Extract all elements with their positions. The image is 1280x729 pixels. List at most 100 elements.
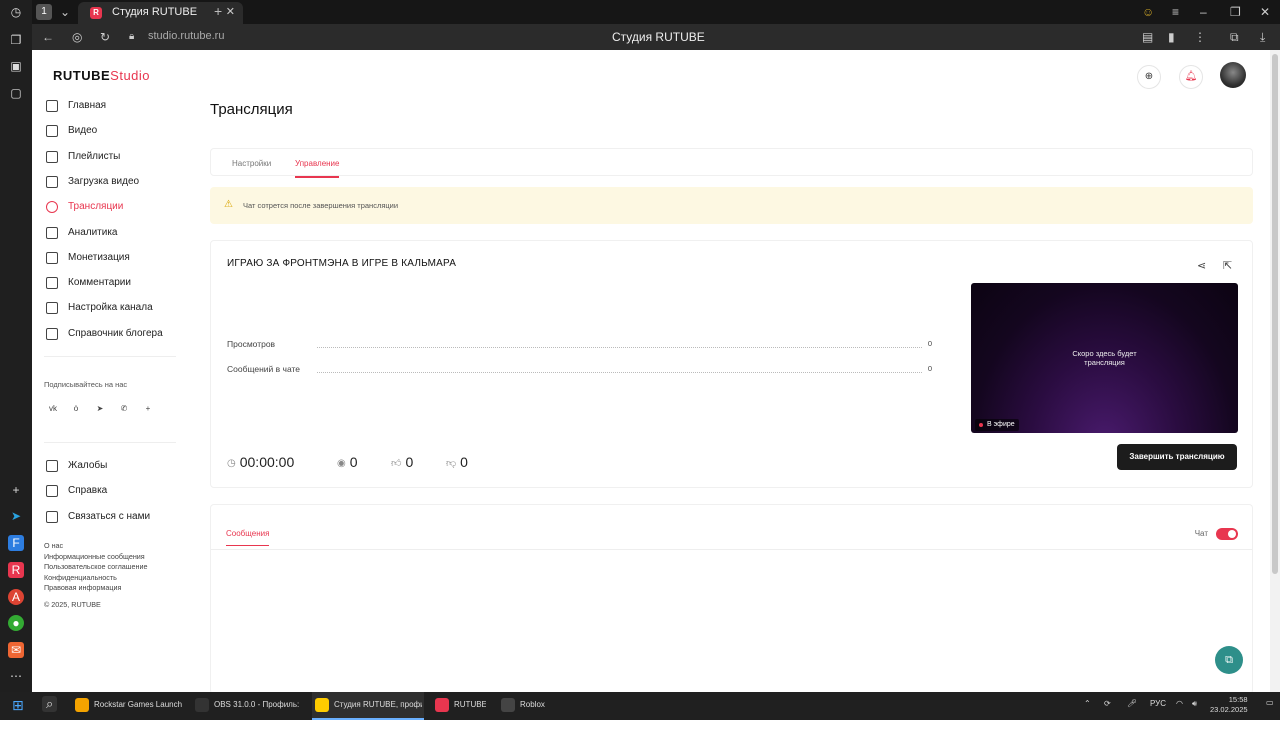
tab-management[interactable]: Управление	[295, 159, 340, 178]
end-stream-button[interactable]: Завершить трансляцию	[1117, 444, 1237, 470]
sync-icon[interactable]: ⟳	[1104, 699, 1111, 708]
search-icon[interactable]: ⌕	[42, 696, 58, 712]
download-icon[interactable]: ⤓	[1260, 29, 1265, 45]
language-indicator[interactable]: РУС	[1150, 699, 1166, 708]
collections-icon[interactable]: ⧉	[1230, 29, 1239, 45]
taskbar-app-1[interactable]: OBS 31.0.0 - Профиль: Б	[192, 692, 302, 720]
share-icon[interactable]: ⋖	[1197, 259, 1206, 272]
create-icon[interactable]: ⊕	[1137, 65, 1161, 89]
settings-icon	[46, 302, 58, 315]
footer-link[interactable]: Конфиденциальность	[44, 573, 117, 584]
tabs-icon[interactable]: ❐	[8, 32, 24, 48]
taskbar-app-4[interactable]: Roblox	[498, 692, 548, 720]
sidebar-item-label: Плейлисты	[68, 150, 121, 162]
viber-icon[interactable]: ✆	[117, 402, 131, 416]
vk-icon[interactable]: vk	[46, 402, 60, 416]
sidebar-item-1[interactable]: Видео	[44, 122, 97, 140]
reload-icon[interactable]: ↻	[100, 29, 110, 45]
sidebar-item-9[interactable]: Справочник блогера	[44, 325, 163, 343]
close-icon[interactable]: ✕	[226, 2, 235, 22]
chevron-up-icon[interactable]: ⌃	[1084, 699, 1091, 708]
sidebar-item-5[interactable]: Аналитика	[44, 224, 118, 242]
scrollbar[interactable]	[1270, 50, 1280, 692]
broadcast-icon	[46, 201, 58, 214]
thumb-up-icon: 👍︎	[391, 458, 402, 469]
rutube-icon[interactable]: R	[8, 562, 24, 578]
minimize-icon[interactable]: –	[1200, 4, 1207, 20]
app-f-icon[interactable]: F	[8, 535, 24, 551]
stat-label: Просмотров	[227, 339, 276, 349]
clock[interactable]: 15:58 23.02.2025	[1210, 695, 1248, 715]
app-icon	[501, 698, 515, 712]
shield-icon[interactable]: ◎	[72, 29, 82, 45]
clock-date: 23.02.2025	[1210, 705, 1248, 714]
rutube-studio-logo[interactable]: RUTUBEStudio	[53, 68, 150, 83]
more-social-icon[interactable]: +	[141, 402, 155, 416]
external-link-icon[interactable]: ⇱	[1223, 259, 1232, 272]
viewers: ◉ 0	[337, 453, 358, 471]
maximize-icon[interactable]: ❐	[1230, 4, 1241, 20]
volume-icon[interactable]: 🔊︎	[1192, 699, 1197, 709]
avatar[interactable]	[1220, 62, 1246, 88]
footer-link[interactable]: О нас	[44, 541, 63, 552]
extension-icon[interactable]: ☺	[1142, 4, 1154, 20]
new-tab-button[interactable]: +	[214, 3, 222, 19]
sidebar-item-label: Главная	[68, 100, 107, 111]
bookmark-icon[interactable]: ▮	[1168, 29, 1175, 45]
taskbar-app-3[interactable]: RUTUBE	[432, 692, 488, 720]
more-vert-icon[interactable]: ⋮	[1194, 29, 1206, 45]
sidebar-item-8[interactable]: Настройка канала	[44, 299, 153, 317]
tab-messages[interactable]: Сообщения	[226, 529, 270, 546]
chat-toggle[interactable]	[1216, 528, 1238, 540]
url-field[interactable]: studio.rutube.ru	[148, 30, 224, 42]
ok-icon[interactable]: ȯ	[69, 402, 83, 416]
window-close-icon[interactable]: ✕	[1260, 4, 1270, 20]
sidebar-item-3[interactable]: Загрузка видео	[44, 173, 139, 191]
mic-icon[interactable]: 🎤︎	[1127, 699, 1137, 708]
wifi-icon[interactable]: ◠	[1176, 699, 1183, 708]
player-message-line: трансляция	[1084, 358, 1125, 367]
sidebar-item-6[interactable]: Монетизация	[44, 249, 130, 267]
player-message-line: Скоро здесь будет	[1072, 349, 1137, 358]
support-chat-button[interactable]: ⧉	[1215, 646, 1243, 674]
back-icon[interactable]: ←	[42, 29, 54, 45]
taskbar-app-2[interactable]: Студия RUTUBE, профи	[312, 692, 424, 720]
taskbar-app-0[interactable]: Rockstar Games Launch	[72, 692, 184, 720]
tab-title: Студия RUTUBE	[112, 6, 198, 18]
tab-counter[interactable]: 1	[36, 4, 52, 20]
add-panel-icon[interactable]: +	[8, 482, 24, 498]
sidebar-bottom-item-0[interactable]: Жалобы	[44, 457, 107, 475]
sidebar-item-label: Видео	[68, 125, 98, 137]
start-icon[interactable]: ⊞	[12, 697, 24, 714]
screenshot-icon[interactable]: ▢	[8, 85, 24, 101]
sidebar-bottom-item-1[interactable]: Справка	[44, 482, 107, 500]
taskbar: ⊞ ⌕ Rockstar Games Launch OBS 31.0.0 - Пр…	[0, 692, 1280, 720]
warning-icon: ⚠	[224, 199, 233, 210]
history-icon[interactable]: ◷	[8, 4, 24, 20]
comment-icon	[46, 277, 58, 290]
more-icon[interactable]: ⋯	[8, 668, 24, 684]
bell-icon[interactable]: 🔔︎	[1179, 65, 1203, 89]
menu-icon[interactable]: ≡	[1172, 4, 1179, 20]
mail-app-icon[interactable]: ✉	[8, 642, 24, 658]
clock-icon: ◷	[227, 458, 236, 469]
chat-app-icon[interactable]: ●	[8, 615, 24, 631]
chevron-down-icon[interactable]: ⌄	[60, 4, 70, 20]
tab-settings[interactable]: Настройки	[232, 159, 271, 168]
footer-link[interactable]: Информационные сообщения	[44, 552, 145, 563]
telegram-social-icon[interactable]: ➤	[93, 402, 107, 416]
panel-icon[interactable]: ▣	[8, 58, 24, 74]
telegram-icon[interactable]: ➤	[8, 508, 24, 524]
footer-link[interactable]: Правовая информация	[44, 583, 121, 594]
footer-link[interactable]: Пользовательское соглашение	[44, 562, 148, 573]
sidebar-item-2[interactable]: Плейлисты	[44, 148, 120, 166]
sidebar-item-4[interactable]: Трансляции	[44, 198, 123, 216]
scroll-thumb[interactable]	[1272, 54, 1278, 574]
notifications-icon[interactable]: ▭	[1266, 698, 1274, 707]
stream-preview[interactable]: Скоро здесь будет трансляция В эфире	[971, 283, 1238, 433]
sidebar-item-7[interactable]: Комментарии	[44, 274, 131, 292]
app-icon[interactable]: A	[8, 589, 24, 605]
sidebar-bottom-item-2[interactable]: Связаться с нами	[44, 508, 150, 526]
reader-icon[interactable]: ▤	[1142, 29, 1153, 45]
sidebar-item-0[interactable]: Главная	[44, 97, 106, 115]
